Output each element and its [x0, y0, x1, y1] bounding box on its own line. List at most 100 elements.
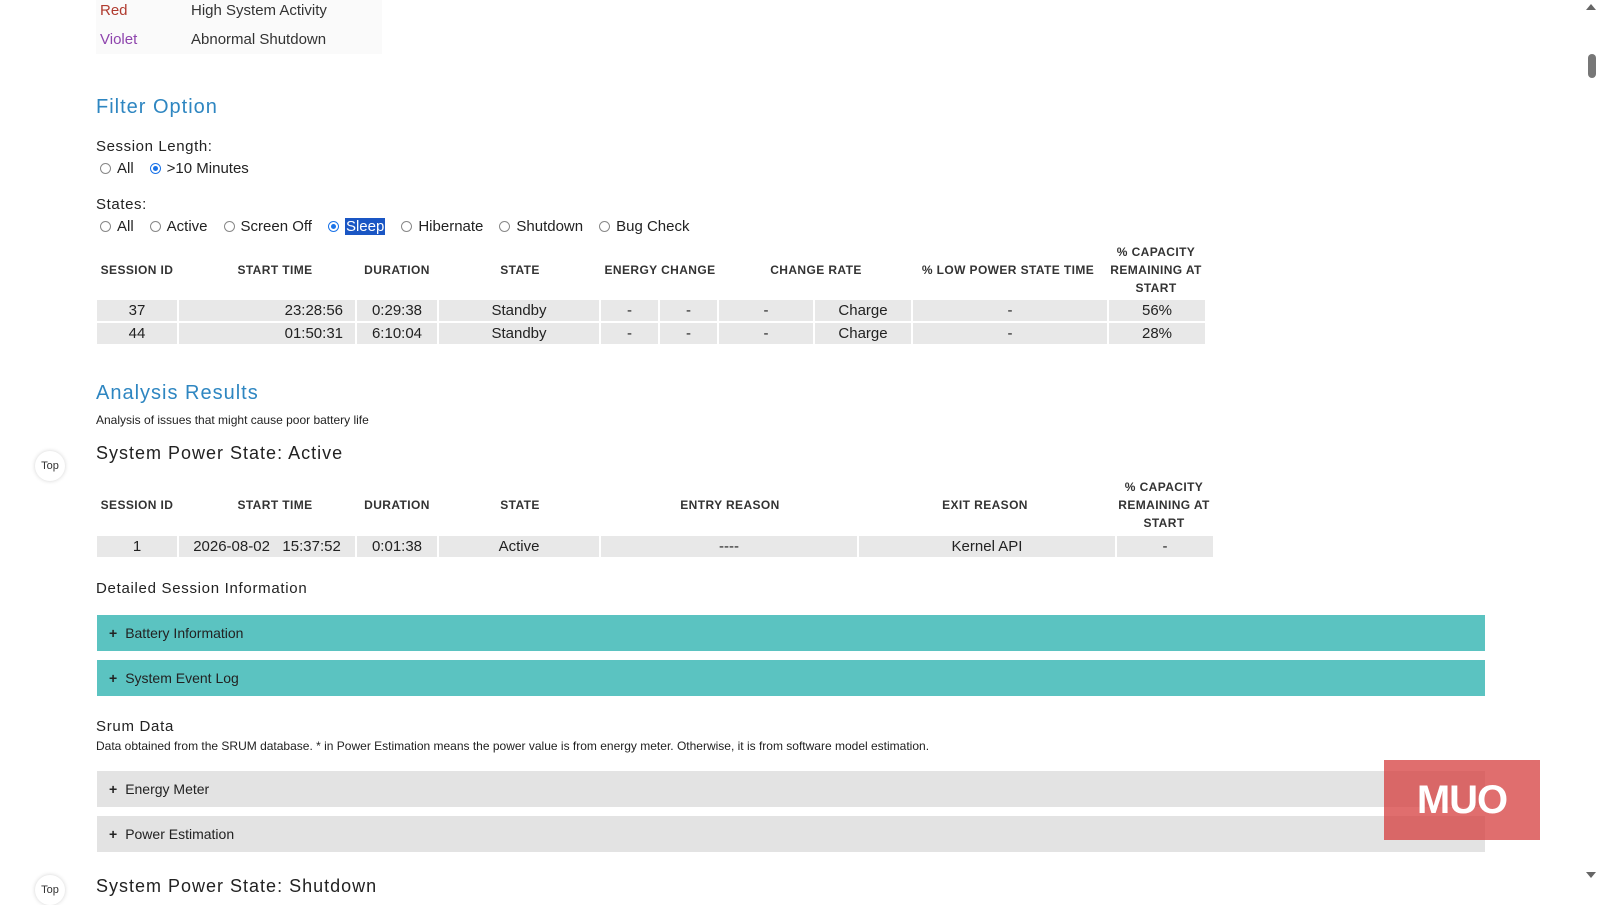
- radio-state-shutdown[interactable]: Shutdown: [499, 218, 583, 235]
- radio-circle[interactable]: [599, 221, 611, 232]
- legend-row-red: Red High System Activity: [96, 0, 382, 25]
- expand-icon: +: [109, 670, 118, 686]
- table-cell: 56%: [1109, 300, 1205, 321]
- top-button[interactable]: Top: [35, 875, 65, 905]
- bar-label: Battery Information: [125, 625, 244, 641]
- scrollbar[interactable]: [1584, 0, 1600, 900]
- table-cell: 0:01:38: [357, 536, 437, 557]
- table-cell: 1: [97, 536, 177, 557]
- column-header: CHANGE RATE: [770, 263, 862, 277]
- session-length-radio-group: All >10 Minutes: [100, 160, 265, 177]
- table-cell: -: [913, 300, 1107, 321]
- table-cell: -: [719, 300, 813, 321]
- expand-icon: +: [109, 625, 118, 641]
- column-header: EXIT REASON: [942, 498, 1028, 512]
- table-cell: 6:10:04: [357, 323, 437, 344]
- column-header: ENERGY CHANGE: [604, 263, 716, 277]
- column-header: START TIME: [237, 498, 313, 512]
- bar-label: Power Estimation: [125, 826, 235, 842]
- table-cell: -: [601, 300, 658, 321]
- table-cell: Charge: [815, 323, 911, 344]
- table-cell: Charge: [815, 300, 911, 321]
- column-header: SESSION ID: [100, 263, 174, 277]
- legend-row-violet: Violet Abnormal Shutdown: [96, 25, 382, 54]
- radio-label: Shutdown: [516, 218, 584, 235]
- radio-circle[interactable]: [100, 221, 111, 232]
- column-header: START TIME: [237, 263, 313, 277]
- states-label: States:: [96, 196, 147, 213]
- radio-label: All: [117, 218, 134, 235]
- legend-color: Red: [100, 2, 128, 19]
- radio-state-active[interactable]: Active: [149, 218, 208, 235]
- legend-desc: Abnormal Shutdown: [191, 31, 327, 48]
- states-radio-group: All Active Screen Off Sleep Hibernate Sh…: [100, 218, 705, 235]
- radio-state-hibernate[interactable]: Hibernate: [401, 218, 483, 235]
- legend-desc: High System Activity: [191, 2, 327, 19]
- table-cell: -: [660, 300, 717, 321]
- legend-color: Violet: [100, 31, 138, 48]
- radio-label: Sleep: [344, 218, 386, 235]
- radio-circle[interactable]: [149, 163, 161, 174]
- detailed-session-title: Detailed Session Information: [96, 580, 308, 597]
- radio-label: Bug Check: [616, 218, 690, 235]
- expand-icon: +: [109, 781, 118, 797]
- radio-circle[interactable]: [100, 163, 111, 174]
- session-length-label: Session Length:: [96, 138, 213, 155]
- table-cell: -: [660, 323, 717, 344]
- radio-circle[interactable]: [327, 221, 339, 232]
- muo-watermark: MUO: [1384, 760, 1540, 840]
- radio-session-all[interactable]: All: [100, 160, 134, 177]
- expand-icon: +: [109, 826, 118, 842]
- radio-state-all[interactable]: All: [100, 218, 134, 235]
- radio-label: Hibernate: [418, 218, 484, 235]
- table-cell: Kernel API: [859, 536, 1115, 557]
- column-header: DURATION: [364, 498, 430, 512]
- radio-session-10min[interactable]: >10 Minutes: [149, 160, 249, 177]
- table-cell: ----: [601, 536, 857, 557]
- table-cell: -: [601, 323, 658, 344]
- energy-meter-bar[interactable]: + Energy Meter: [97, 771, 1485, 807]
- radio-state-sleep[interactable]: Sleep: [327, 218, 386, 235]
- radio-circle[interactable]: [149, 221, 161, 232]
- table-cell: 28%: [1109, 323, 1205, 344]
- radio-label: Screen Off: [240, 218, 312, 235]
- srum-title: Srum Data: [96, 718, 174, 735]
- radio-circle[interactable]: [223, 221, 235, 232]
- radio-state-bug-check[interactable]: Bug Check: [599, 218, 689, 235]
- scroll-down-icon[interactable]: [1586, 872, 1596, 878]
- column-header: ENTRY REASON: [680, 498, 780, 512]
- table-cell: 2026-08-02 15:37:52: [179, 536, 355, 557]
- filter-title: Filter Option: [96, 96, 218, 118]
- table-cell: Standby: [439, 323, 599, 344]
- column-header: STATE: [500, 263, 540, 277]
- top-button[interactable]: Top: [35, 451, 65, 481]
- srum-description: Data obtained from the SRUM database. * …: [96, 739, 930, 753]
- section-title-active: System Power State: Active: [96, 443, 344, 463]
- table-cell: Active: [439, 536, 599, 557]
- radio-label: >10 Minutes: [166, 160, 249, 177]
- bar-label: System Event Log: [125, 670, 239, 686]
- system-event-log-bar[interactable]: + System Event Log: [97, 660, 1485, 696]
- radio-circle[interactable]: [499, 221, 511, 232]
- table-cell: 01:50:31: [179, 323, 355, 344]
- bar-label: Energy Meter: [125, 781, 210, 797]
- table-cell: -: [1117, 536, 1213, 557]
- table-cell: 37: [97, 300, 177, 321]
- table-cell: -: [913, 323, 1107, 344]
- radio-label: All: [117, 160, 134, 177]
- scroll-up-icon[interactable]: [1586, 4, 1596, 10]
- table-cell: Standby: [439, 300, 599, 321]
- table-cell: 0:29:38: [357, 300, 437, 321]
- radio-circle[interactable]: [401, 221, 413, 232]
- column-header: STATE: [500, 498, 540, 512]
- section-title-shutdown: System Power State: Shutdown: [96, 876, 378, 896]
- power-estimation-bar[interactable]: + Power Estimation: [97, 816, 1485, 852]
- radio-state-screen-off[interactable]: Screen Off: [223, 218, 312, 235]
- battery-information-bar[interactable]: + Battery Information: [97, 615, 1485, 651]
- column-header: % CAPACITY REMAINING AT START: [1118, 480, 1210, 530]
- scroll-thumb[interactable]: [1588, 54, 1596, 78]
- table-cell: -: [719, 323, 813, 344]
- table-cell: 23:28:56: [179, 300, 355, 321]
- analysis-title: Analysis Results: [96, 382, 259, 404]
- column-header: % CAPACITY REMAINING AT START: [1110, 245, 1202, 295]
